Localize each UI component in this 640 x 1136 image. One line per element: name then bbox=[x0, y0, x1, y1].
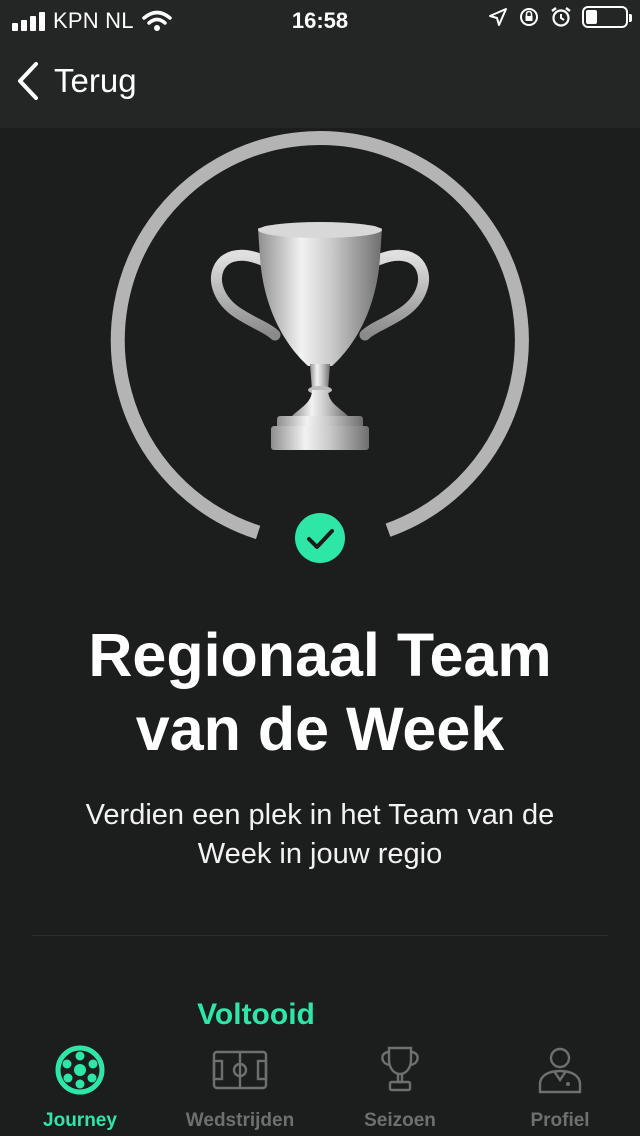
location-icon bbox=[489, 8, 507, 26]
tab-journey-label: Journey bbox=[43, 1110, 117, 1131]
achievement-description-line2: Week in jouw regio bbox=[197, 838, 443, 870]
tab-profiel[interactable]: Profiel bbox=[480, 1036, 640, 1136]
tab-bar: Journey Wedstrijden Seizoen Profiel bbox=[0, 1036, 640, 1136]
tab-seizoen[interactable]: Seizoen bbox=[320, 1036, 480, 1136]
achievement-hero bbox=[0, 128, 640, 568]
pitch-icon bbox=[212, 1050, 268, 1090]
app-screen: KPN NL 16:58 Terug Regionaal Team van de… bbox=[0, 0, 640, 1136]
player-icon bbox=[538, 1047, 582, 1094]
completion-status: Voltooid bbox=[197, 998, 315, 1031]
achievement-title-line1: Regionaal Team bbox=[88, 621, 552, 689]
status-right bbox=[488, 6, 632, 28]
tab-wedstrijden[interactable]: Wedstrijden bbox=[160, 1036, 320, 1136]
achievement-description-line1: Verdien een plek in het Team van de bbox=[85, 799, 555, 831]
achievement-title-line2: van de Week bbox=[135, 695, 505, 763]
check-badge-icon bbox=[295, 513, 345, 563]
soccer-ball-icon bbox=[55, 1045, 105, 1095]
alarm-icon bbox=[551, 7, 571, 27]
tab-profiel-label: Profiel bbox=[530, 1110, 590, 1131]
trophy-icon bbox=[211, 222, 429, 450]
trophy-icon bbox=[381, 1046, 419, 1092]
back-label: Terug bbox=[54, 62, 137, 99]
achievement-description: Verdien een plek in het Team van de Week… bbox=[40, 796, 600, 874]
back-button[interactable]: Terug bbox=[14, 60, 137, 102]
achievement-title: Regionaal Team van de Week bbox=[20, 618, 620, 766]
tab-wedstrijden-label: Wedstrijden bbox=[185, 1110, 295, 1131]
divider bbox=[32, 935, 608, 936]
rotation-lock-icon bbox=[520, 8, 538, 26]
chevron-left-icon bbox=[18, 62, 38, 100]
status-bar: KPN NL 16:58 bbox=[0, 0, 640, 40]
tab-journey[interactable]: Journey bbox=[0, 1036, 160, 1136]
tab-seizoen-label: Seizoen bbox=[364, 1110, 436, 1131]
nav-bar: Terug bbox=[0, 40, 640, 128]
battery-icon bbox=[582, 6, 632, 28]
